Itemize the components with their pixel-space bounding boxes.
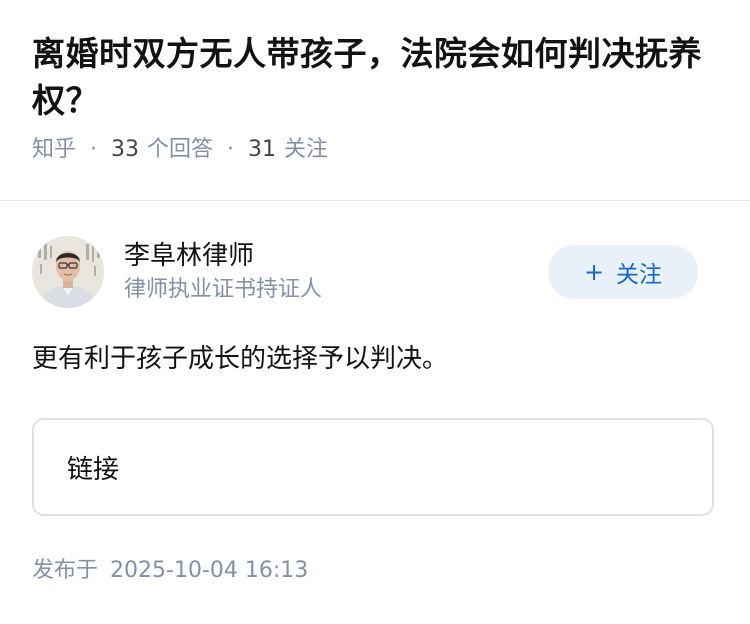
answer-count-label: 个回答 [147,137,214,162]
publish-prefix: 发布于 [32,558,99,583]
author-row: 李阜林律师 律师执业证书持证人 + 关注 [32,234,718,310]
source-label[interactable]: 知乎 [32,135,76,165]
avatar-photo-icon [32,236,104,308]
publish-time: 2025-10-04 16:13 [110,558,309,583]
author-info: 李阜林律师 律师执业证书持证人 [124,239,322,305]
link-card-label: 链接 [67,454,120,485]
answer-count: 33 [111,137,140,162]
follow-button[interactable]: + 关注 [548,245,698,299]
avatar[interactable] [32,236,104,308]
question-meta: 知乎 · 33 个回答 · 31 关注 [32,135,718,165]
link-card[interactable]: 链接 [32,418,714,516]
publish-info: 发布于 2025-10-04 16:13 [32,554,308,588]
plus-icon: + [583,258,605,286]
answer-text: 更有利于孩子成长的选择予以判决。 [32,344,449,374]
section-divider [0,200,750,201]
author-name[interactable]: 李阜林律师 [124,239,322,273]
follower-count-label: 关注 [284,137,329,162]
meta-separator: · [90,137,98,162]
question-header: 离婚时双方无人带孩子，法院会如何判决抚养权？ 知乎 · 33 个回答 · 31 … [0,0,750,165]
author-badge: 律师执业证书持证人 [124,277,323,302]
follow-button-label: 关注 [616,262,663,288]
follower-count: 31 [248,137,277,162]
meta-separator: · [227,137,235,162]
question-title[interactable]: 离婚时双方无人带孩子，法院会如何判决抚养权？ [32,30,718,124]
